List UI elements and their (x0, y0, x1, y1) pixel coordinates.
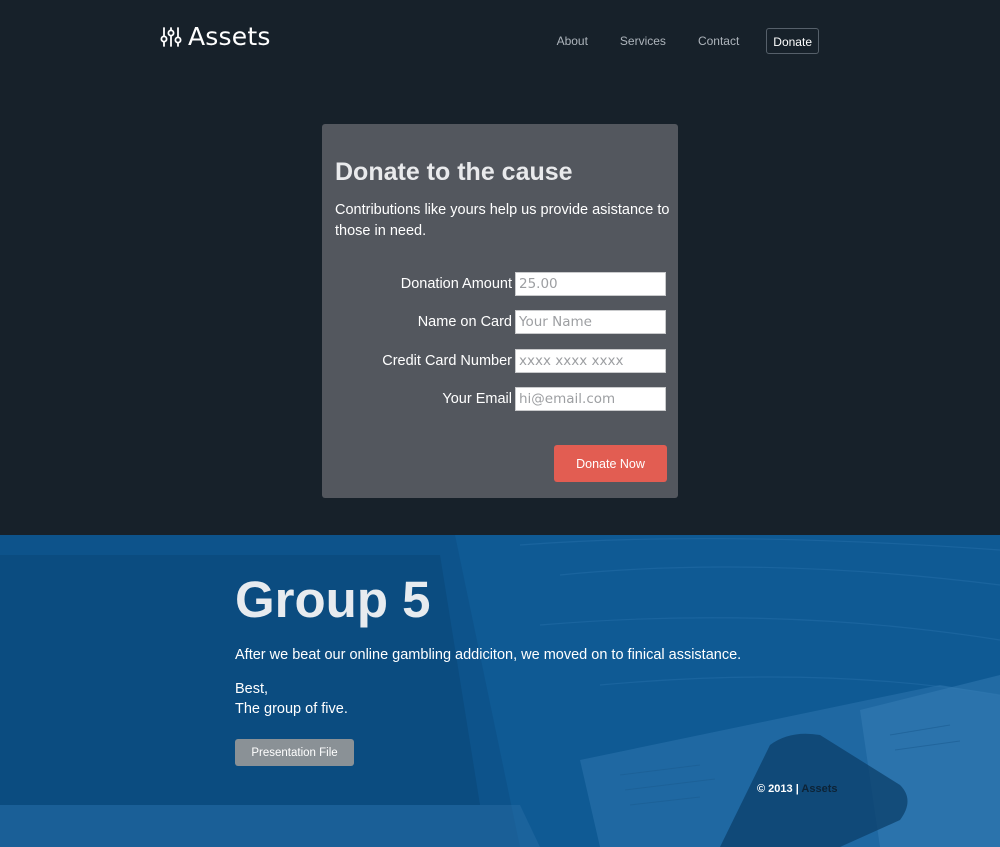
donate-now-button[interactable]: Donate Now (554, 445, 667, 482)
nav-about[interactable]: About (557, 28, 588, 54)
signoff-line: Best, (235, 681, 269, 697)
copyright-text: © 2013 | (757, 783, 799, 795)
group-section: Group 5 After we beat our online gamblin… (0, 535, 1000, 847)
field-row-email: Your Email (322, 387, 678, 411)
group-title: Group 5 (235, 571, 431, 628)
email-label: Your Email (442, 391, 512, 407)
equalizer-sliders-icon (160, 26, 182, 48)
nav-services[interactable]: Services (620, 28, 666, 54)
field-row-card: Credit Card Number (322, 349, 678, 373)
name-on-card-label: Name on Card (417, 314, 512, 330)
field-row-amount: Donation Amount (322, 272, 678, 296)
logo-text: Assets (188, 22, 271, 51)
desk-background-image (0, 535, 1000, 847)
donation-title: Donate to the cause (335, 158, 573, 186)
presentation-file-button[interactable]: Presentation File (235, 739, 354, 766)
group-description: After we beat our online gambling addici… (235, 647, 742, 663)
signoff-name: The group of five. (235, 701, 348, 717)
nav-donate[interactable]: Donate (766, 28, 819, 54)
credit-card-number-input[interactable] (515, 349, 666, 373)
field-row-name: Name on Card (322, 310, 678, 334)
donation-card: Donate to the cause Contributions like y… (322, 124, 678, 498)
name-on-card-input[interactable] (515, 310, 666, 334)
site-header: Assets About Services Contact Donate (0, 0, 1000, 80)
donation-amount-input[interactable] (515, 272, 666, 296)
nav-contact[interactable]: Contact (698, 28, 739, 54)
donation-description: Contributions like yours help us provide… (335, 202, 670, 239)
footer-brand-link[interactable]: Assets (801, 783, 837, 795)
footer: © 2013 | Assets (757, 782, 838, 796)
logo[interactable]: Assets (160, 22, 271, 52)
main-nav: About Services Contact Donate (557, 28, 819, 54)
email-input[interactable] (515, 387, 666, 411)
credit-card-number-label: Credit Card Number (382, 353, 512, 369)
donation-amount-label: Donation Amount (400, 276, 512, 292)
